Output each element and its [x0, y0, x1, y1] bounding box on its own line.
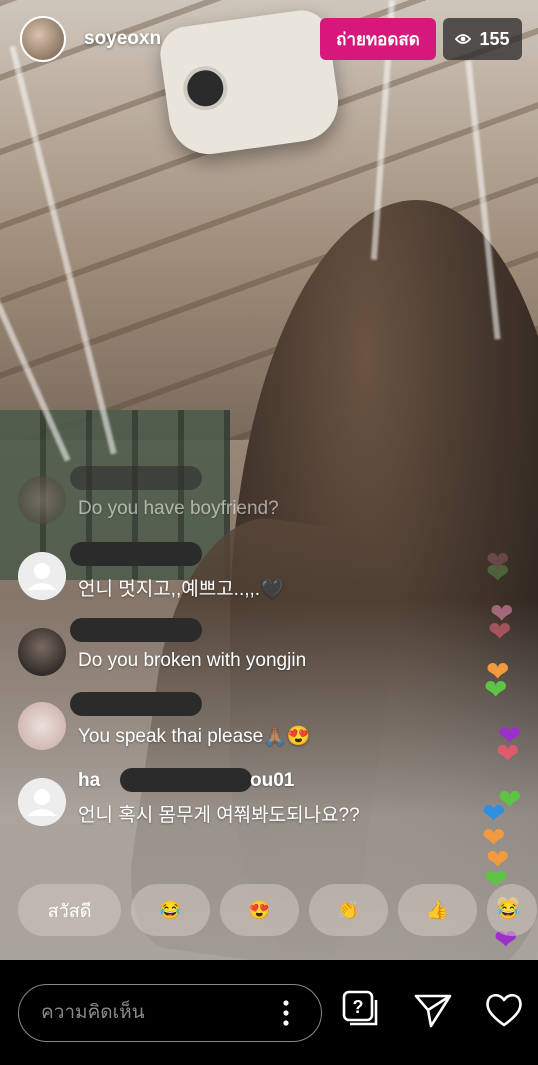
comment-text: Do you broken with yongjin: [78, 650, 307, 671]
comment-text: Do you have boyfriend?: [78, 498, 279, 519]
reaction-heart-eyes[interactable]: 😍: [220, 884, 299, 936]
quick-reactions-bar: สวัสดี 😂 😍 👏 👍 😂: [18, 884, 537, 936]
floating-heart-icon: ❤: [486, 558, 510, 589]
quick-reply-hello[interactable]: สวัสดี: [18, 884, 121, 936]
comment-text: You speak thai please🙏🏽😍: [78, 726, 311, 747]
reaction-laugh[interactable]: 😂: [487, 884, 537, 936]
commenter-avatar[interactable]: [18, 702, 66, 750]
reaction-thumbs-up[interactable]: 👍: [398, 884, 477, 936]
default-avatar-icon[interactable]: [18, 552, 66, 600]
commenter-avatar[interactable]: [18, 628, 66, 676]
redacted-username: [120, 768, 252, 792]
reaction-clap[interactable]: 👏: [309, 884, 388, 936]
viewer-count-badge[interactable]: 155: [443, 18, 522, 60]
live-badge: ถ่ายทอดสด: [320, 18, 436, 60]
commenter-avatar[interactable]: [18, 476, 66, 524]
floating-heart-icon: ❤: [488, 616, 512, 647]
commenter-username-suffix: ou01: [250, 770, 295, 791]
svg-text:?: ?: [353, 997, 364, 1017]
floating-heart-icon: ❤: [484, 674, 508, 705]
comment-item: Do you have boyfriend?: [18, 466, 438, 526]
broadcaster-username[interactable]: soyeoxn: [84, 28, 161, 50]
default-avatar-icon[interactable]: [18, 778, 66, 826]
video-projector: [156, 6, 344, 160]
comment-item: ha ou01 언니 혹시 몸무게 여쭤봐도되나요??: [18, 768, 438, 828]
redacted-username: [70, 692, 202, 716]
comment-text: 언니 멋지고,,예쁘고..,,.🖤: [78, 579, 284, 600]
question-box-icon[interactable]: ?: [340, 990, 380, 1030]
redacted-username: [70, 618, 202, 642]
comment-item: Do you broken with yongjin: [18, 618, 438, 678]
more-options-icon[interactable]: [280, 998, 292, 1028]
comment-text: 언니 혹시 몸무게 여쭤봐도되나요??: [78, 805, 360, 826]
send-icon[interactable]: [413, 990, 453, 1030]
redacted-username: [70, 542, 202, 566]
comment-item: 언니 멋지고,,예쁘고..,,.🖤: [18, 542, 438, 602]
commenter-username-prefix: ha: [78, 770, 101, 791]
broadcaster-avatar[interactable]: [20, 16, 66, 62]
eye-icon: [455, 34, 472, 44]
redacted-username: [70, 466, 202, 490]
reaction-laugh[interactable]: 😂: [131, 884, 210, 936]
floating-heart-icon: ❤: [496, 738, 520, 769]
heart-icon[interactable]: [484, 990, 524, 1030]
viewer-count: 155: [479, 28, 510, 49]
bottom-bar: ?: [0, 960, 538, 1065]
comment-input[interactable]: [18, 984, 322, 1042]
comment-item: You speak thai please🙏🏽😍: [18, 692, 438, 752]
